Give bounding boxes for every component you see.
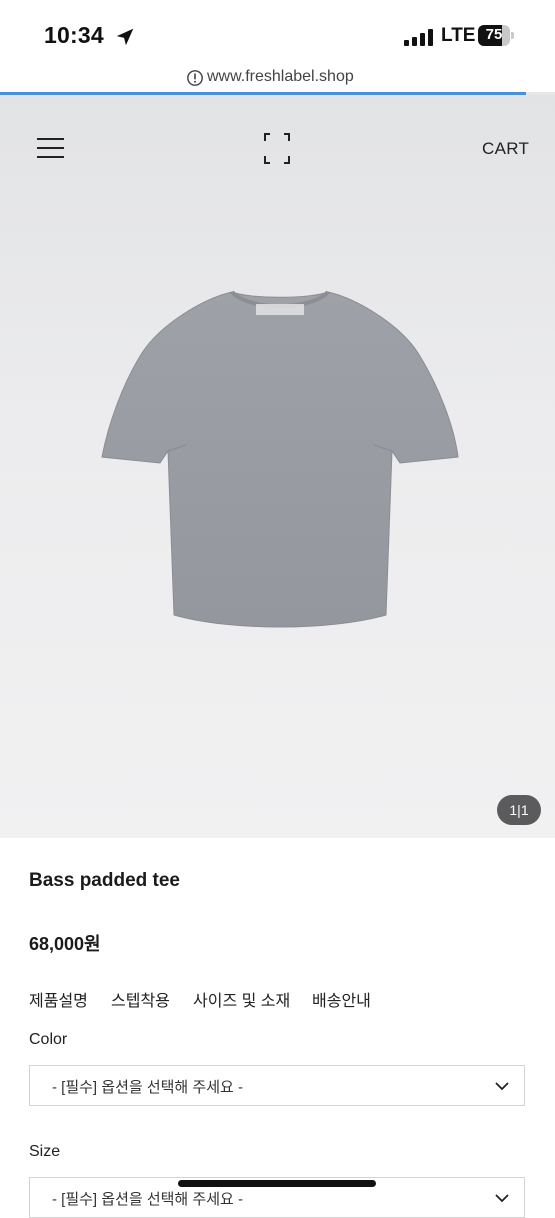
product-price: 68,000원 — [29, 934, 101, 954]
battery-icon: 75 — [478, 25, 514, 46]
tab-size-material[interactable]: 사이즈 및 소재 — [193, 987, 290, 1011]
size-select-value: - [필수] 옵션을 선택해 주세요 - — [52, 1191, 243, 1208]
t-shirt-image — [101, 290, 459, 628]
status-bar: 10:34 LTE 75 — [0, 0, 555, 66]
home-indicator[interactable] — [178, 1180, 376, 1187]
url-text[interactable]: www.freshlabel.shop — [207, 68, 354, 86]
info-icon — [187, 70, 203, 86]
status-time: 10:34 — [44, 22, 104, 48]
tab-staff-fit[interactable]: 스텝착용 — [111, 987, 170, 1011]
url-bar[interactable]: www.freshlabel.shop — [0, 64, 555, 94]
battery-level: 75 — [485, 26, 503, 43]
hamburger-menu-icon[interactable] — [37, 138, 64, 158]
location-arrow-icon — [116, 28, 134, 46]
chevron-down-icon — [495, 1194, 509, 1203]
cart-link[interactable]: CART — [482, 139, 529, 159]
tab-product-description[interactable]: 제품설명 — [29, 987, 88, 1011]
tab-shipping-info[interactable]: 배송안내 — [312, 987, 371, 1011]
network-type: LTE — [441, 25, 476, 46]
size-label: Size — [29, 1143, 61, 1160]
product-gallery[interactable]: CART 1|1 — [0, 95, 555, 838]
image-counter: 1|1 — [497, 795, 541, 825]
bracket-logo-icon[interactable] — [262, 132, 292, 165]
color-label: Color — [29, 1031, 68, 1048]
color-select[interactable]: - [필수] 옵션을 선택해 주세요 - — [29, 1065, 525, 1106]
signal-icon — [404, 29, 434, 46]
product-name: Bass padded tee — [29, 870, 180, 891]
chevron-down-icon — [495, 1082, 509, 1091]
color-select-value: - [필수] 옵션을 선택해 주세요 - — [52, 1079, 243, 1096]
